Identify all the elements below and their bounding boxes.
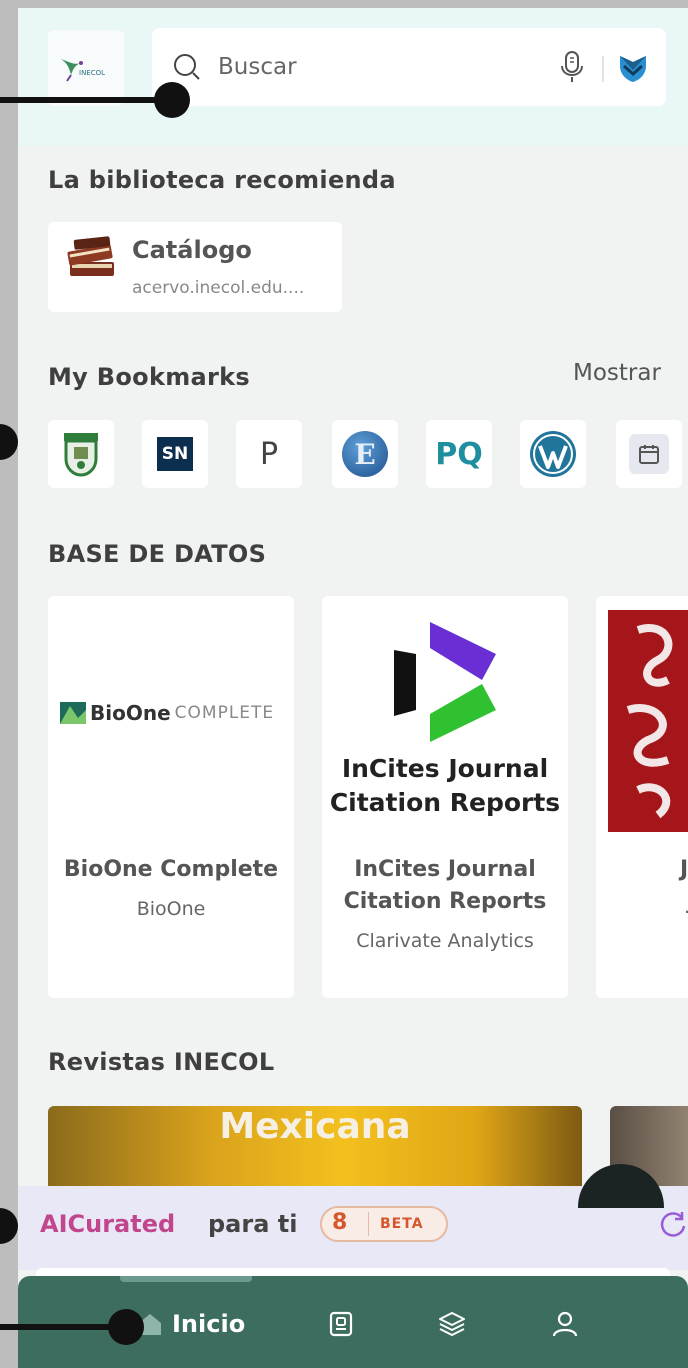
calendar-tile (629, 434, 669, 474)
e-globe-icon: E (342, 431, 388, 477)
ai-curated-brand: AICurated (40, 1210, 176, 1238)
bookmarks-title: My Bookmarks (48, 363, 250, 391)
incites-logo-line1: InCites Journal (341, 754, 549, 783)
annotation-line (0, 97, 172, 103)
user-icon[interactable] (552, 1310, 578, 1338)
logo-text: INECOL (79, 69, 105, 77)
journals-title: Revistas INECOL (48, 1048, 275, 1076)
databases-title: BASE DE DATOS (48, 540, 267, 568)
p-letter-icon: P (259, 436, 279, 472)
bookmark-e[interactable]: E (332, 420, 398, 488)
search-icon[interactable] (172, 52, 202, 82)
book-stack-icon (67, 236, 114, 276)
incites-logo-text: InCites Journal Citation Reports (322, 752, 568, 820)
database-vendor: . (684, 896, 688, 918)
search-bar[interactable] (152, 28, 666, 106)
database-name-line2: Citation Reports (343, 889, 547, 914)
ornament-cover-image (608, 610, 688, 832)
database-card-bioone[interactable]: BioOne COMPLETE BioOne Complete BioOne (48, 596, 294, 998)
journal-card-mexicana[interactable]: Mexicana (48, 1106, 582, 1186)
hummingbird-logo-icon: INECOL (61, 59, 105, 82)
database-name: InCites Journal Citation Reports (322, 854, 568, 918)
show-bookmarks-link[interactable]: Mostrar (573, 360, 661, 386)
annotation-dot (0, 1208, 18, 1244)
bioone-logo-bold: BioOne (90, 701, 171, 725)
wordpress-icon (530, 431, 576, 477)
bookmarks-row: SN P E PQ (48, 420, 688, 488)
ai-badge-glyph: 8 (332, 1210, 348, 1235)
recommend-title: La biblioteca recomienda (48, 166, 396, 194)
journal-cover-title: Mexicana (219, 1106, 411, 1147)
top-bar: INECOL (18, 8, 688, 146)
app-screen: INECOL La biblioteca recom (18, 8, 688, 1368)
beta-label: BETA (380, 1216, 424, 1232)
search-input[interactable] (218, 46, 538, 88)
database-card-partial[interactable]: J . (596, 596, 688, 998)
annotation-dot (0, 424, 18, 460)
incites-logo-line2: Citation Reports (329, 788, 561, 817)
ornament-pattern-icon (626, 624, 673, 819)
bioone-logo-light: COMPLETE (174, 703, 275, 723)
refresh-icon[interactable] (658, 1208, 688, 1238)
catalog-card[interactable]: Catálogo acervo.inecol.edu.... (48, 222, 342, 312)
beta-badge: 8 BETA (320, 1206, 448, 1242)
bookmark-crest[interactable] (48, 420, 114, 488)
database-vendor: Clarivate Analytics (356, 930, 534, 952)
library-card-icon[interactable] (328, 1310, 354, 1338)
inecol-logo[interactable]: INECOL (48, 30, 124, 106)
search-divider (602, 56, 604, 82)
shield-logo-icon[interactable] (618, 52, 648, 84)
springer-nature-icon: SN (157, 437, 193, 471)
database-name: BioOne Complete (63, 857, 279, 882)
bookmark-proquest[interactable]: PQ (426, 420, 492, 488)
bioone-mark-icon (60, 702, 86, 724)
database-vendor: BioOne (136, 898, 206, 920)
nav-home-label[interactable]: Inicio (172, 1310, 245, 1338)
annotation-dot (154, 82, 190, 118)
bookmark-wordpress[interactable] (520, 420, 586, 488)
badge-separator (368, 1212, 369, 1236)
database-card-incites[interactable]: InCites Journal Citation Reports InCites… (322, 596, 568, 998)
annotation-dot (108, 1309, 144, 1345)
layers-icon[interactable] (438, 1310, 466, 1338)
database-name: J (680, 857, 688, 882)
calendar-icon (639, 445, 659, 464)
catalog-url: acervo.inecol.edu.... (132, 278, 305, 298)
proquest-icon: PQ (435, 436, 483, 472)
bookmark-p[interactable]: P (236, 420, 302, 488)
microphone-icon[interactable] (560, 50, 584, 84)
bookmark-springer[interactable]: SN (142, 420, 208, 488)
ai-curated-tail: para ti (208, 1210, 298, 1238)
bookmark-calendar[interactable] (616, 420, 682, 488)
catalog-name: Catálogo (132, 236, 252, 264)
crest-icon (64, 433, 98, 477)
active-tab-indicator (120, 1276, 252, 1282)
database-name-line1: InCites Journal (354, 857, 536, 882)
bioone-logo: BioOne COMPLETE (60, 696, 282, 730)
clarivate-logo-icon (394, 622, 496, 742)
